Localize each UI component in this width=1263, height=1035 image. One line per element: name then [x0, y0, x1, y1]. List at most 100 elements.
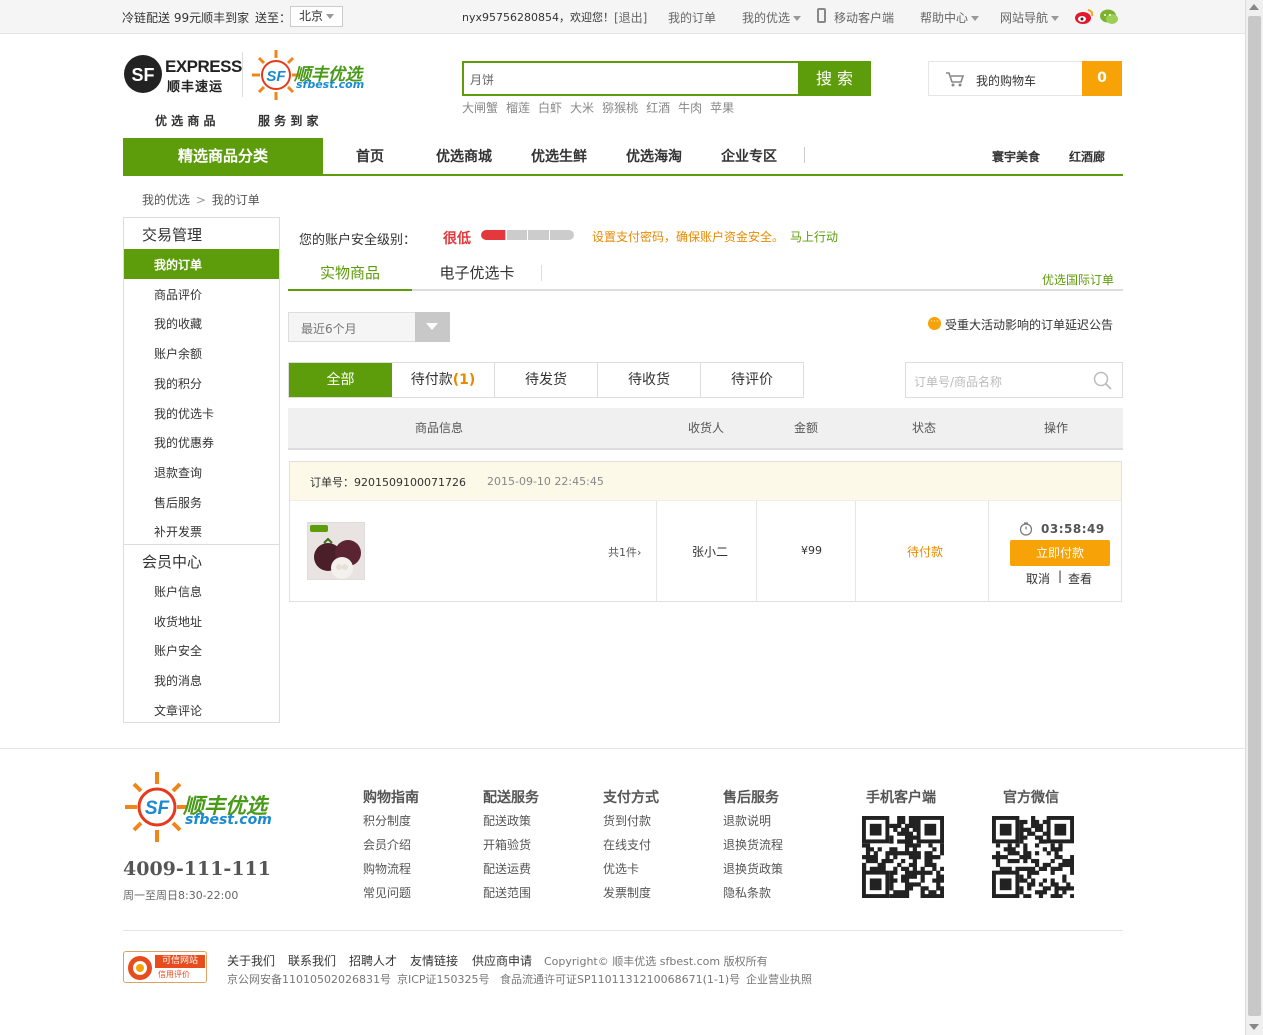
- footer-bottom-link[interactable]: 招聘人才: [349, 952, 397, 969]
- sidebar-item[interactable]: 退款查询: [154, 464, 202, 481]
- delay-notice-link[interactable]: 受重大活动影响的订单延迟公告: [945, 316, 1113, 333]
- sfbest-logo[interactable]: SF 顺丰优选 sfbest.com: [250, 48, 370, 104]
- product-thumbnail[interactable]: [307, 522, 365, 580]
- search-box[interactable]: 月饼: [462, 61, 799, 96]
- footer-link[interactable]: 优选卡: [603, 860, 639, 877]
- category-menu-button[interactable]: 精选商品分类: [123, 138, 323, 174]
- scroll-down-arrow[interactable]: [1249, 1024, 1259, 1030]
- cart-icon: [946, 72, 965, 87]
- cart-box[interactable]: 我的购物车: [928, 61, 1083, 96]
- hot-word-link[interactable]: 牛肉: [678, 101, 702, 115]
- sidebar-item-my-orders[interactable]: 我的订单: [124, 249, 279, 279]
- footer-link[interactable]: 退款说明: [723, 812, 771, 829]
- nav-item-fresh[interactable]: 优选生鲜: [531, 146, 587, 166]
- footer-bottom-link[interactable]: 关于我们: [227, 952, 275, 969]
- view-order-link[interactable]: 查看: [1068, 570, 1092, 587]
- hot-word-link[interactable]: 榴莲: [506, 101, 530, 115]
- nav-item-mall[interactable]: 优选商城: [436, 146, 492, 166]
- sf-express-logo[interactable]: SF EXPRESS 顺丰速运: [123, 54, 242, 100]
- city-selector[interactable]: 北京: [290, 6, 343, 27]
- footer-link[interactable]: 发票制度: [603, 884, 651, 901]
- footer-bottom-link[interactable]: 联系我们: [288, 952, 336, 969]
- sidebar-item[interactable]: 商品评价: [154, 286, 202, 303]
- footer-link[interactable]: 配送范围: [483, 884, 531, 901]
- phone-icon: [817, 8, 826, 23]
- footer-link[interactable]: 退换货政策: [723, 860, 783, 877]
- search-button[interactable]: 搜 索: [798, 61, 871, 96]
- col-header-actions: 操作: [1044, 421, 1069, 435]
- intl-orders-link[interactable]: 优选国际订单: [1042, 271, 1114, 288]
- footer-link[interactable]: 积分制度: [363, 812, 411, 829]
- status-tab-pending-pay[interactable]: 待付款(1): [392, 363, 495, 397]
- footer-link[interactable]: 退换货流程: [723, 836, 783, 853]
- sidebar-item[interactable]: 我的优选卡: [154, 405, 214, 422]
- nav-item-wine[interactable]: 红酒廊: [1069, 148, 1105, 165]
- order-number: 订单号：9201509100071726: [310, 474, 466, 490]
- footer-link[interactable]: 会员介绍: [363, 836, 411, 853]
- footer-link[interactable]: 购物流程: [363, 860, 411, 877]
- sidebar-item[interactable]: 售后服务: [154, 494, 202, 511]
- site-nav-menu[interactable]: 网站导航: [1000, 9, 1060, 26]
- scrollbar-thumb[interactable]: [1248, 16, 1261, 1016]
- footer-link[interactable]: 隐私条款: [723, 884, 771, 901]
- status-tab-pending-ship[interactable]: 待发货: [495, 363, 598, 397]
- nav-item-enterprise[interactable]: 企业专区: [721, 146, 777, 166]
- weibo-icon[interactable]: [1074, 8, 1094, 25]
- hot-word-link[interactable]: 白虾: [538, 101, 562, 115]
- cart-count-badge[interactable]: 0: [1082, 61, 1122, 96]
- footer-link[interactable]: 在线支付: [603, 836, 651, 853]
- footer-link[interactable]: 货到付款: [603, 812, 651, 829]
- scrollbar[interactable]: [1245, 0, 1263, 1035]
- chevron-down-icon: [426, 323, 438, 330]
- nav-item-global-food[interactable]: 寰宇美食: [992, 148, 1040, 165]
- security-action-link[interactable]: 马上行动: [790, 228, 838, 245]
- footer-link[interactable]: 常见问题: [363, 884, 411, 901]
- status-tab-pending-review[interactable]: 待评价: [701, 363, 803, 397]
- bar-segment-divider: [506, 230, 507, 240]
- sidebar-item[interactable]: 补开发票: [154, 523, 202, 540]
- sidebar-item[interactable]: 我的积分: [154, 375, 202, 392]
- sidebar-item[interactable]: 收货地址: [154, 613, 202, 630]
- hot-word-link[interactable]: 大米: [570, 101, 594, 115]
- sidebar-item[interactable]: 账户安全: [154, 642, 202, 659]
- item-count-link[interactable]: 共1件›: [608, 544, 641, 560]
- logout-link[interactable]: [退出]: [614, 9, 647, 26]
- breadcrumb-root[interactable]: 我的优选: [142, 193, 190, 207]
- hot-word-link[interactable]: 苹果: [710, 101, 734, 115]
- footer-bottom-link[interactable]: 友情链接: [410, 952, 458, 969]
- footer-link[interactable]: 配送运费: [483, 860, 531, 877]
- sidebar-item[interactable]: 账户信息: [154, 583, 202, 600]
- hot-word-link[interactable]: 猕猴桃: [602, 101, 638, 115]
- time-range-select[interactable]: 最近6个月: [288, 312, 450, 342]
- footer-link[interactable]: 开箱验货: [483, 836, 531, 853]
- trusted-site-badge[interactable]: 可信网站 信用评价: [123, 951, 207, 983]
- status-tab-pending-receive[interactable]: 待收货: [598, 363, 701, 397]
- footer-link[interactable]: 配送政策: [483, 812, 531, 829]
- sidebar-item[interactable]: 我的消息: [154, 672, 202, 689]
- sidebar-item[interactable]: 我的优惠券: [154, 434, 214, 451]
- search-input-text[interactable]: 月饼: [470, 71, 494, 88]
- sidebar-item[interactable]: 我的收藏: [154, 315, 202, 332]
- hot-word-link[interactable]: 红酒: [646, 101, 670, 115]
- status-tab-all[interactable]: 全部: [289, 363, 392, 397]
- nav-item-home[interactable]: 首页: [356, 146, 384, 166]
- cancel-order-link[interactable]: 取消: [1026, 570, 1050, 587]
- sidebar-item[interactable]: 账户余额: [154, 345, 202, 362]
- my-orders-link[interactable]: 我的订单: [668, 9, 716, 26]
- mobile-client-link[interactable]: 移动客户端: [834, 9, 894, 26]
- tab-ecard[interactable]: 电子优选卡: [412, 259, 542, 289]
- pay-now-button[interactable]: 立即付款: [1010, 540, 1110, 566]
- my-sfbest-menu[interactable]: 我的优选: [742, 9, 802, 26]
- order-search-input[interactable]: 订单号/商品名称: [905, 362, 1123, 398]
- hot-word-link[interactable]: 大闸蟹: [462, 101, 498, 115]
- help-center-menu[interactable]: 帮助中心: [920, 9, 980, 26]
- footer-license-text[interactable]: 企业营业执照: [746, 971, 812, 987]
- scroll-up-arrow[interactable]: [1249, 4, 1259, 10]
- nav-item-global[interactable]: 优选海淘: [626, 146, 682, 166]
- wechat-icon[interactable]: [1099, 8, 1119, 25]
- sidebar: 交易管理 我的订单 商品评价 我的收藏 账户余额 我的积分 我的优选卡 我的优惠券 退款查询售…: [123, 217, 280, 723]
- tab-physical-goods[interactable]: 实物商品: [288, 259, 412, 291]
- footer-bottom-link[interactable]: 供应商申请: [472, 952, 532, 969]
- sidebar-item[interactable]: 文章评论: [154, 702, 202, 719]
- search-icon[interactable]: [1093, 371, 1113, 391]
